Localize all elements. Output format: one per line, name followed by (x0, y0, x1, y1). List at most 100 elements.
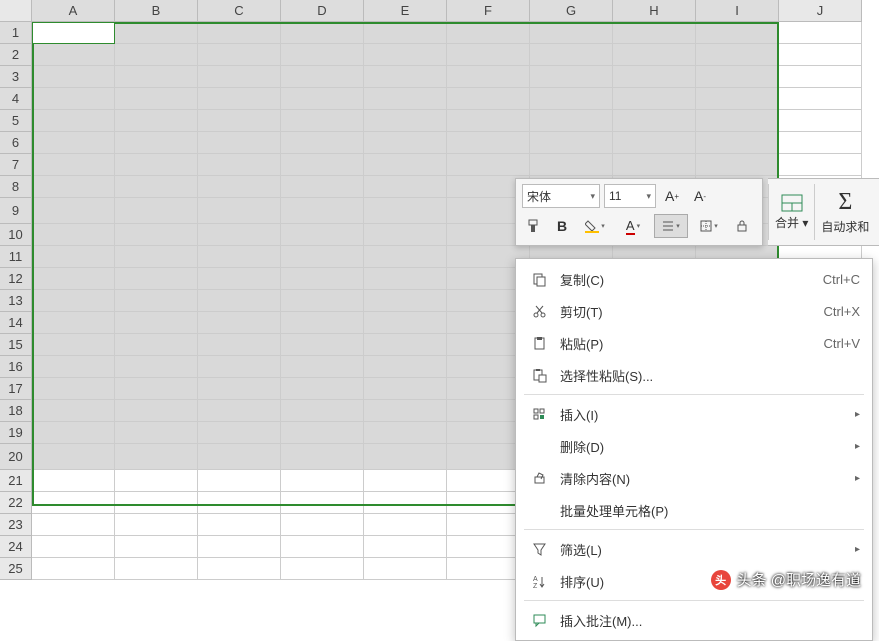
menu-item[interactable]: 筛选(L)▸ (516, 533, 872, 565)
cell[interactable] (115, 378, 198, 400)
cell[interactable] (364, 290, 447, 312)
cell[interactable] (696, 110, 779, 132)
cell[interactable] (364, 470, 447, 492)
row-header[interactable]: 14 (0, 312, 32, 334)
cell[interactable] (364, 224, 447, 246)
cell[interactable] (32, 312, 115, 334)
cell[interactable] (364, 246, 447, 268)
cell[interactable] (530, 110, 613, 132)
column-header[interactable]: A (32, 0, 115, 22)
cell[interactable] (364, 378, 447, 400)
font-size-select[interactable]: 11 (604, 184, 656, 208)
cell[interactable] (32, 444, 115, 470)
cell[interactable] (530, 154, 613, 176)
cell[interactable] (32, 514, 115, 536)
cell[interactable] (364, 66, 447, 88)
cell[interactable] (198, 514, 281, 536)
cell[interactable] (364, 154, 447, 176)
menu-item[interactable]: 复制(C)Ctrl+C (516, 263, 872, 295)
cell[interactable] (115, 536, 198, 558)
cell[interactable] (32, 66, 115, 88)
cell[interactable] (32, 422, 115, 444)
row-header[interactable]: 21 (0, 470, 32, 492)
menu-item[interactable]: 删除(D)▸ (516, 430, 872, 462)
cell[interactable] (530, 66, 613, 88)
cell[interactable] (198, 356, 281, 378)
row-header[interactable]: 22 (0, 492, 32, 514)
cell[interactable] (779, 110, 862, 132)
row-header[interactable]: 2 (0, 44, 32, 66)
cell[interactable] (115, 334, 198, 356)
cell[interactable] (779, 132, 862, 154)
autosum-button[interactable]: Σ 自动求和 (815, 179, 875, 245)
cell[interactable] (115, 110, 198, 132)
cell[interactable] (364, 492, 447, 514)
cell[interactable] (364, 514, 447, 536)
row-header[interactable]: 4 (0, 88, 32, 110)
cell[interactable] (32, 176, 115, 198)
cell[interactable] (613, 132, 696, 154)
cell[interactable] (613, 154, 696, 176)
row-header[interactable]: 20 (0, 444, 32, 470)
menu-item[interactable]: 批量处理单元格(P) (516, 494, 872, 526)
cell[interactable] (32, 88, 115, 110)
cell[interactable] (613, 110, 696, 132)
menu-item[interactable]: 粘贴(P)Ctrl+V (516, 327, 872, 359)
cell[interactable] (198, 422, 281, 444)
cell[interactable] (198, 44, 281, 66)
cell[interactable] (281, 312, 364, 334)
cell[interactable] (115, 176, 198, 198)
cell[interactable] (198, 312, 281, 334)
cell[interactable] (198, 290, 281, 312)
cell[interactable] (447, 110, 530, 132)
cell[interactable] (32, 224, 115, 246)
cell[interactable] (115, 356, 198, 378)
row-header[interactable]: 13 (0, 290, 32, 312)
cell[interactable] (198, 246, 281, 268)
cell[interactable] (281, 514, 364, 536)
cell[interactable] (447, 44, 530, 66)
cell[interactable] (281, 536, 364, 558)
menu-item[interactable]: 插入批注(M)... (516, 604, 872, 636)
cell[interactable] (281, 132, 364, 154)
cell[interactable] (115, 154, 198, 176)
column-header[interactable]: C (198, 0, 281, 22)
cell[interactable] (530, 132, 613, 154)
menu-item[interactable]: 插入(I)▸ (516, 398, 872, 430)
cell[interactable] (32, 44, 115, 66)
cell[interactable] (281, 246, 364, 268)
menu-item[interactable]: AZ排序(U)▸ (516, 565, 872, 597)
cell[interactable] (364, 400, 447, 422)
cell[interactable] (115, 470, 198, 492)
cell[interactable] (32, 132, 115, 154)
cell[interactable] (198, 470, 281, 492)
cell[interactable] (281, 492, 364, 514)
cell[interactable] (364, 88, 447, 110)
cell[interactable] (281, 290, 364, 312)
cell[interactable] (530, 88, 613, 110)
cell[interactable] (364, 268, 447, 290)
cell[interactable] (447, 132, 530, 154)
cell[interactable] (32, 400, 115, 422)
row-header[interactable]: 10 (0, 224, 32, 246)
cell[interactable] (364, 312, 447, 334)
cell[interactable] (198, 558, 281, 580)
column-header[interactable]: B (115, 0, 198, 22)
cell[interactable] (198, 198, 281, 224)
menu-item[interactable]: 选择性粘贴(S)... (516, 359, 872, 391)
cell[interactable] (198, 444, 281, 470)
bold-button[interactable]: B (550, 214, 574, 238)
cell[interactable] (281, 268, 364, 290)
merge-cells-button[interactable]: 合并 ▾ (769, 179, 814, 245)
cell[interactable] (779, 22, 862, 44)
cell[interactable] (364, 422, 447, 444)
cell[interactable] (198, 224, 281, 246)
cell[interactable] (281, 224, 364, 246)
grow-font-button[interactable]: A+ (660, 184, 684, 208)
cell[interactable] (281, 470, 364, 492)
cell[interactable] (115, 558, 198, 580)
cell[interactable] (696, 44, 779, 66)
row-header[interactable]: 5 (0, 110, 32, 132)
cell[interactable] (613, 44, 696, 66)
cell[interactable] (32, 154, 115, 176)
